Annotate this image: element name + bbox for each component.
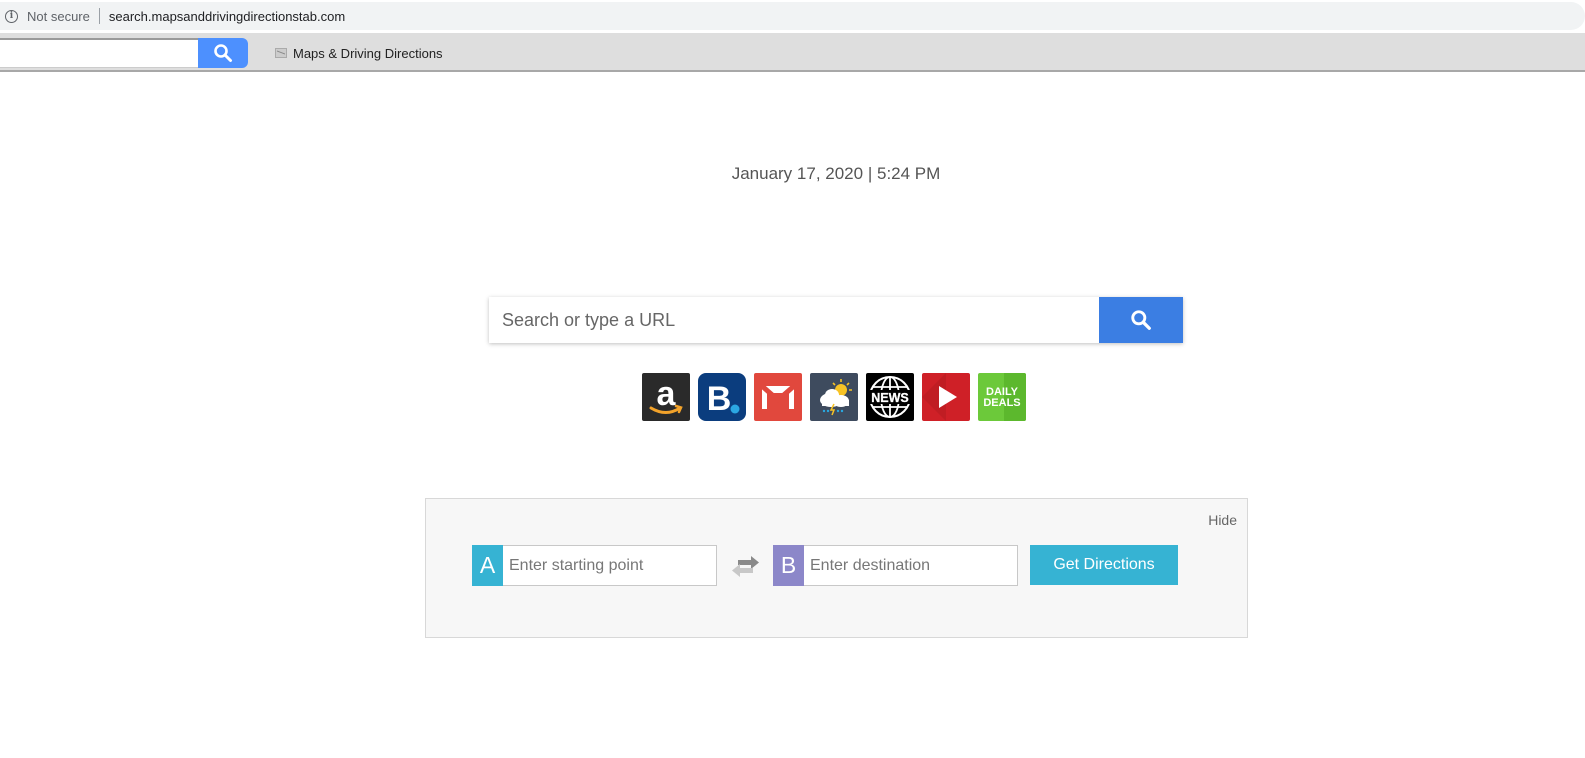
main-search-input[interactable] xyxy=(489,297,1099,343)
quick-link-youtube[interactable] xyxy=(922,373,970,421)
broken-image-icon xyxy=(275,48,287,58)
start-field: A xyxy=(472,545,717,586)
start-input[interactable] xyxy=(503,545,717,586)
hide-link[interactable]: Hide xyxy=(1208,512,1237,528)
maps-directions-label: Maps & Driving Directions xyxy=(293,45,443,61)
deals-icon: DAILY DEALS xyxy=(983,373,1026,421)
weather-icon xyxy=(820,379,852,416)
svg-text:B: B xyxy=(707,380,732,418)
svg-text:NEWS: NEWS xyxy=(871,391,909,405)
main-search-bar xyxy=(489,297,1183,343)
toolbar-search-input[interactable] xyxy=(0,38,199,68)
get-directions-button[interactable]: Get Directions xyxy=(1030,545,1178,585)
address-separator xyxy=(98,8,100,24)
gmail-icon xyxy=(760,384,796,409)
destination-field: B xyxy=(773,545,1018,586)
address-bar[interactable]: i Not secure search.mapsanddrivingdirect… xyxy=(0,2,1585,30)
quick-link-weather[interactable] xyxy=(810,373,858,421)
destination-input[interactable] xyxy=(804,545,1018,586)
svg-text:a: a xyxy=(657,375,677,413)
swap-button[interactable] xyxy=(726,554,766,580)
quick-link-booking[interactable]: B xyxy=(698,373,746,421)
maps-directions-link[interactable]: Maps & Driving Directions xyxy=(275,43,443,63)
date-time: January 17, 2020 | 5:24 PM xyxy=(0,164,1585,184)
directions-panel: Hide A B Get Directions xyxy=(425,498,1248,638)
toolbar-search-button[interactable] xyxy=(198,38,248,68)
search-icon xyxy=(1131,310,1151,330)
quick-link-amazon[interactable]: a xyxy=(642,373,690,421)
swap-arrows-icon xyxy=(732,556,759,577)
date-text: January 17, 2020 xyxy=(731,164,864,183)
search-icon xyxy=(214,44,232,62)
booking-icon: B xyxy=(698,373,746,421)
time-text: 5:24 PM xyxy=(876,164,941,183)
news-icon: NEWS xyxy=(869,376,911,418)
quick-link-daily-deals[interactable]: DAILY DEALS xyxy=(978,373,1026,421)
url-text[interactable]: search.mapsanddrivingdirectionstab.com xyxy=(109,9,345,24)
amazon-icon: a xyxy=(649,375,683,414)
youtube-icon xyxy=(922,373,957,421)
security-status[interactable]: Not secure xyxy=(27,9,90,24)
extension-toolbar: Maps & Driving Directions xyxy=(0,33,1585,72)
quick-links: a B NEWS DAILY DEALS xyxy=(642,373,1026,421)
main-search-button[interactable] xyxy=(1099,297,1183,343)
svg-text:DEALS: DEALS xyxy=(983,397,1020,409)
quick-link-news[interactable]: NEWS xyxy=(866,373,914,421)
quick-link-gmail[interactable] xyxy=(754,373,802,421)
info-icon[interactable]: i xyxy=(5,9,18,23)
start-badge: A xyxy=(472,545,503,586)
destination-badge: B xyxy=(773,545,804,586)
date-time-separator: | xyxy=(867,164,873,183)
